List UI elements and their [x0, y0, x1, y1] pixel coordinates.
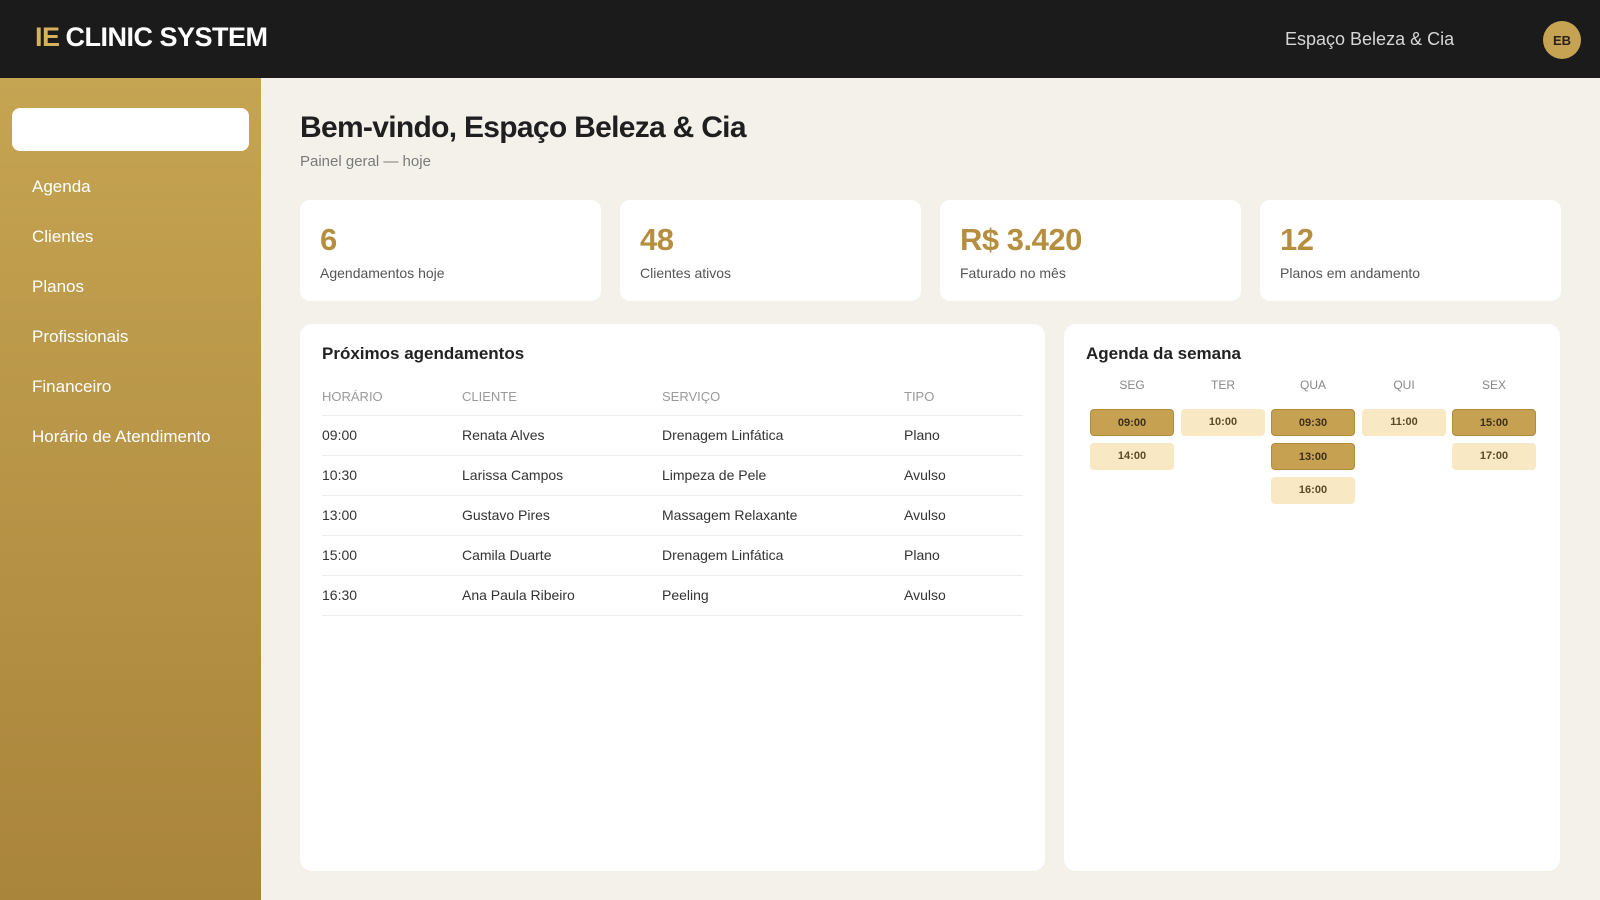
schedule-slot[interactable]: 14:00 — [1090, 443, 1174, 470]
stat-card-active-clients: 48 Clientes ativos — [620, 200, 921, 301]
sidebar-item-clientes[interactable]: Clientes — [0, 222, 261, 272]
stat-card-monthly-revenue: R$ 3.420 Faturado no mês — [940, 200, 1241, 301]
day-header-qua: QUA — [1299, 378, 1326, 392]
upcoming-appointments-panel: Próximos agendamentos HORÁRIO CLIENTE SE… — [300, 324, 1045, 871]
cell-time: 13:00 — [322, 495, 462, 536]
stat-value: 6 — [320, 222, 337, 257]
cell-type: Avulso — [904, 495, 1023, 536]
table-header-row: HORÁRIO CLIENTE SERVIÇO TIPO — [322, 379, 1023, 416]
cell-type: Plano — [904, 415, 1023, 456]
cell-client: Ana Paula Ribeiro — [462, 575, 662, 616]
cell-type: Avulso — [904, 455, 1023, 496]
brand-mark: IE — [35, 22, 60, 52]
table-row[interactable]: 09:00 Renata Alves Drenagem Linfática Pl… — [322, 415, 1023, 456]
cell-service: Drenagem Linfática — [662, 535, 904, 576]
stat-label: Planos em andamento — [1280, 265, 1421, 281]
day-header-seg: SEG — [1119, 378, 1145, 392]
panel-title: Próximos agendamentos — [322, 344, 525, 363]
cell-client: Gustavo Pires — [462, 495, 662, 536]
cell-client: Renata Alves — [462, 415, 662, 456]
cell-type: Plano — [904, 535, 1023, 576]
schedule-slot[interactable]: 10:00 — [1181, 409, 1265, 436]
cell-time: 15:00 — [322, 535, 462, 576]
stat-label: Faturado no mês — [960, 265, 1066, 281]
stat-value: 12 — [1280, 222, 1314, 257]
cell-service: Limpeza de Pele — [662, 455, 904, 496]
schedule-slot[interactable]: 13:00 — [1271, 443, 1355, 470]
cell-service: Massagem Relaxante — [662, 495, 904, 536]
schedule-slot[interactable]: 15:00 — [1452, 409, 1536, 436]
appointments-table: HORÁRIO CLIENTE SERVIÇO TIPO 09:00 Renat… — [322, 379, 1023, 616]
cell-type: Avulso — [904, 575, 1023, 616]
sidebar-search-input[interactable] — [12, 108, 249, 151]
schedule-slot[interactable]: 11:00 — [1362, 409, 1446, 436]
sidebar-item-financeiro[interactable]: Financeiro — [0, 372, 261, 422]
schedule-slot[interactable]: 09:00 — [1090, 409, 1174, 436]
stat-card-appointments-today: 6 Agendamentos hoje — [300, 200, 601, 301]
brand-text: CLINIC SYSTEM — [65, 22, 269, 52]
stat-card-plans-in-progress: 12 Planos em andamento — [1260, 200, 1561, 301]
day-header-qui: QUI — [1393, 378, 1415, 392]
column-header-service[interactable]: SERVIÇO — [662, 379, 904, 416]
table-row[interactable]: 16:30 Ana Paula Ribeiro Peeling Avulso — [322, 575, 1023, 616]
sidebar-item-agenda[interactable]: Agenda — [0, 172, 261, 222]
top-bar: IE CLINIC SYSTEM Espaço Beleza & Cia EB — [0, 0, 1600, 78]
schedule-slot[interactable]: 09:30 — [1271, 409, 1355, 436]
stat-label: Agendamentos hoje — [320, 265, 445, 281]
stat-value: 48 — [640, 222, 674, 257]
cell-service: Peeling — [662, 575, 904, 616]
table-row[interactable]: 15:00 Camila Duarte Drenagem Linfática P… — [322, 535, 1023, 576]
day-header-ter: TER — [1211, 378, 1235, 392]
sidebar-item-horario-atendimento[interactable]: Horário de Atendimento — [0, 422, 261, 472]
day-header-sex: SEX — [1481, 378, 1506, 392]
stat-label: Clientes ativos — [640, 265, 732, 281]
table-row[interactable]: 13:00 Gustavo Pires Massagem Relaxante A… — [322, 495, 1023, 536]
cell-service: Drenagem Linfática — [662, 415, 904, 456]
sidebar-item-planos[interactable]: Planos — [0, 272, 261, 322]
sidebar-item-profissionais[interactable]: Profissionais — [0, 322, 261, 372]
sidebar: Agenda Clientes Planos Profissionais Fin… — [0, 78, 261, 900]
week-agenda-panel: Agenda da semana SEG TER QUA QUI SEX 09:… — [1064, 324, 1560, 871]
user-avatar[interactable]: EB — [1543, 21, 1581, 59]
brand-logo[interactable]: IE CLINIC SYSTEM — [35, 22, 268, 53]
column-header-client[interactable]: CLIENTE — [462, 379, 662, 416]
cell-time: 16:30 — [322, 575, 462, 616]
clinic-name: Espaço Beleza & Cia — [1285, 29, 1455, 49]
cell-client: Larissa Campos — [462, 455, 662, 496]
sidebar-nav: Agenda Clientes Planos Profissionais Fin… — [0, 172, 261, 472]
table-row[interactable]: 10:30 Larissa Campos Limpeza de Pele Avu… — [322, 455, 1023, 496]
page-title: Bem-vindo, Espaço Beleza & Cia — [300, 111, 747, 144]
column-header-time[interactable]: HORÁRIO — [322, 379, 462, 416]
stat-value: R$ 3.420 — [960, 222, 1082, 257]
panel-title: Agenda da semana — [1086, 344, 1241, 363]
column-header-type[interactable]: TIPO — [904, 379, 1023, 416]
cell-time: 09:00 — [322, 415, 462, 456]
schedule-slot[interactable]: 17:00 — [1452, 443, 1536, 470]
cell-client: Camila Duarte — [462, 535, 662, 576]
cell-time: 10:30 — [322, 455, 462, 496]
page-subtitle: Painel geral — hoje — [300, 153, 431, 170]
schedule-slot[interactable]: 16:00 — [1271, 477, 1355, 504]
